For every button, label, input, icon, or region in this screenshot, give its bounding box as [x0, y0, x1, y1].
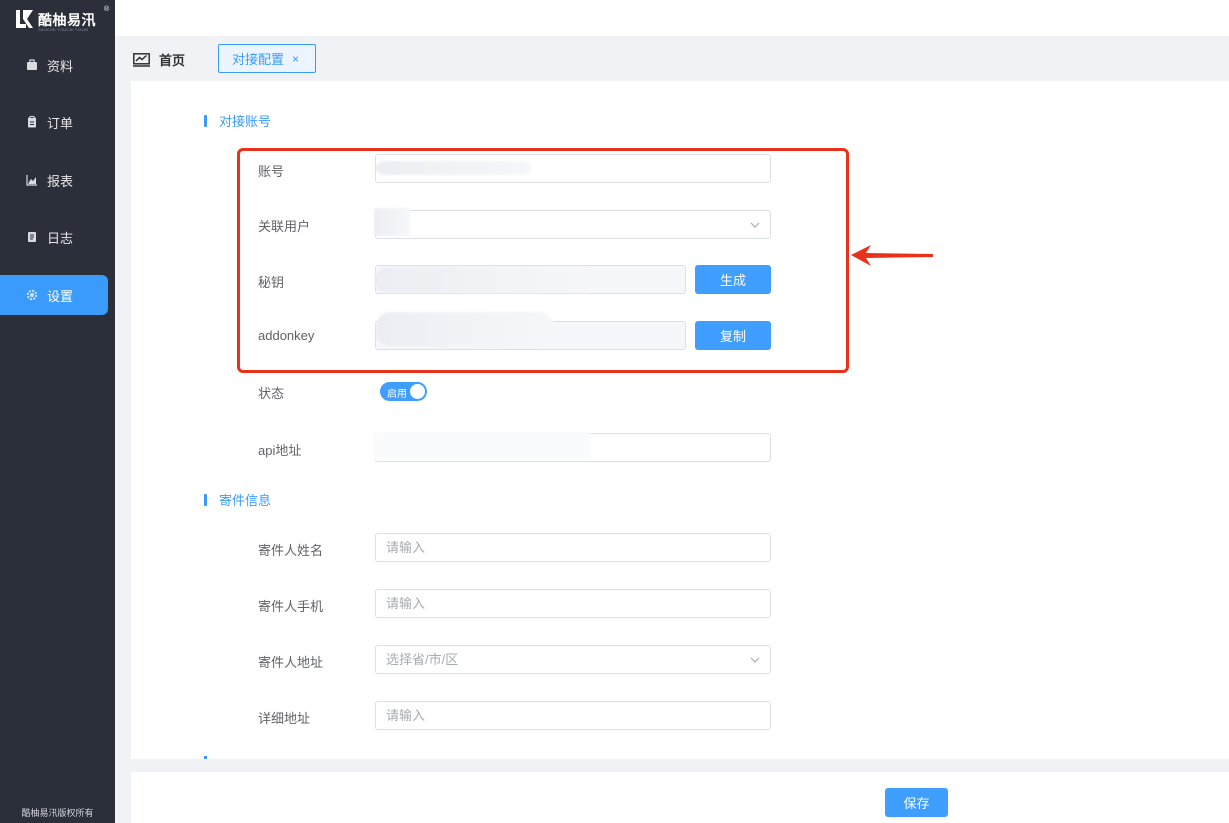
highlight-frame [237, 148, 849, 373]
section-marker [204, 114, 207, 127]
detail-address-input[interactable] [386, 708, 770, 723]
sender-address-label: 寄件人地址 [258, 655, 324, 670]
tabs-bar: 首页 对接配置 × [115, 36, 1229, 81]
sidebar-item-label: 日志 [47, 230, 74, 246]
sender-name-input[interactable] [386, 540, 770, 555]
copyright-text: 酷柚易汛版权所有 [21, 808, 94, 818]
sender-phone-field[interactable] [375, 589, 771, 618]
sidebar-item-orders[interactable]: 订单 [0, 102, 108, 142]
sidebar-item-logs[interactable]: 日志 [0, 217, 108, 257]
toggle-knob [410, 384, 425, 399]
section-title-sender: 寄件信息 [204, 490, 271, 509]
gear-icon [26, 289, 38, 301]
sender-name-label: 寄件人姓名 [258, 543, 324, 558]
sender-phone-input[interactable] [386, 596, 770, 611]
sidebar-item-settings[interactable]: 设置 [0, 275, 108, 315]
sidebar-item-label: 报表 [47, 173, 74, 189]
tab-label: 对接配置 [232, 52, 285, 67]
sidebar-item-reports[interactable]: 报表 [0, 160, 108, 200]
redacted-value [374, 432, 590, 460]
sidebar: 酷柚易汛 SAUCHE YOUCAI YIXUN ® 资料 订单 报表 日志 设… [0, 0, 115, 823]
section-title-account: 对接账号 [204, 111, 271, 130]
sidebar-item-label: 资料 [47, 58, 74, 74]
chart-icon [26, 175, 37, 186]
logo-subtitle: SAUCHE YOUCAI YIXUN [38, 27, 89, 32]
section-marker [204, 493, 207, 506]
clipboard-icon [28, 116, 36, 128]
footer-bar: 保存 [131, 772, 1229, 823]
api-address-field[interactable] [374, 432, 771, 462]
api-address-label: api地址 [258, 443, 302, 458]
config-panel: 对接账号 账号 关联用户 秘钥 生成 addonkey 复制 状态 启用 api… [131, 81, 1229, 759]
sender-name-field[interactable] [375, 533, 771, 562]
sender-phone-label: 寄件人手机 [258, 599, 324, 614]
tab-home-label: 首页 [159, 53, 186, 68]
toggle-text: 启用 [387, 389, 407, 400]
logo-mark-icon [16, 10, 33, 28]
status-label: 状态 [258, 386, 285, 401]
detail-address-label: 详细地址 [258, 711, 311, 726]
close-icon[interactable]: × [292, 52, 299, 66]
tab-home[interactable]: 首页 [133, 50, 185, 69]
document-icon [28, 232, 36, 242]
briefcase-icon [27, 59, 37, 70]
arrow-left-icon [851, 245, 933, 266]
detail-address-field[interactable] [375, 701, 771, 730]
status-toggle[interactable]: 启用 [380, 382, 427, 401]
chevron-down-icon [750, 657, 760, 663]
section-title-text: 对接账号 [219, 114, 272, 129]
logo: 酷柚易汛 SAUCHE YOUCAI YIXUN ® [14, 6, 114, 34]
section-title-text: 寄件信息 [219, 493, 272, 508]
dashboard-icon [133, 52, 150, 67]
top-bar [115, 0, 1229, 36]
sender-address-input[interactable] [386, 652, 770, 667]
sidebar-item-label: 设置 [47, 288, 74, 304]
sender-address-select[interactable] [375, 645, 771, 674]
sidebar-item-label: 订单 [47, 115, 74, 131]
section-marker-partial [204, 756, 207, 759]
sidebar-item-data[interactable]: 资料 [0, 45, 108, 85]
tab-integration-config[interactable]: 对接配置 × [218, 44, 316, 73]
logo-registered-mark: ® [104, 6, 110, 13]
save-button[interactable]: 保存 [885, 788, 948, 817]
